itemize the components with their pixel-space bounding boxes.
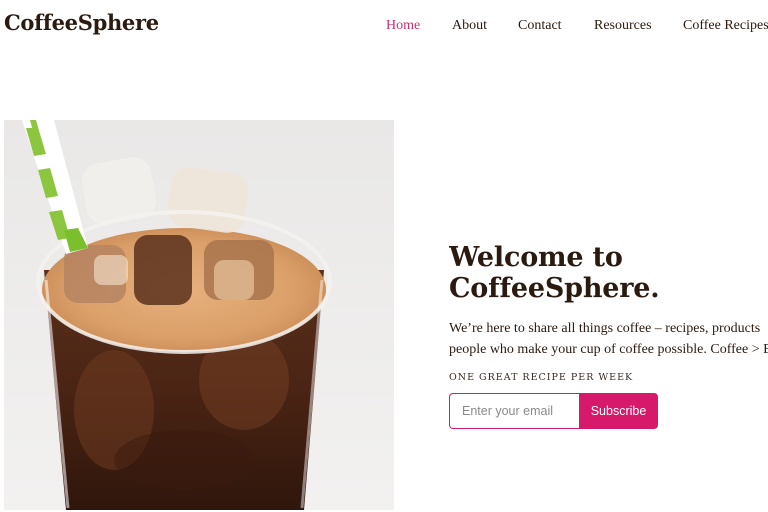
nav-item-home[interactable]: Home <box>386 18 420 34</box>
nav-item-resources[interactable]: Resources <box>594 18 652 34</box>
hero-image <box>4 120 394 510</box>
hero-content: Welcome to CoffeeSphere. We’re here to s… <box>449 242 768 429</box>
nav-item-coffee-recipes[interactable]: Coffee Recipes <box>683 18 768 34</box>
newsletter-eyebrow: ONE GREAT RECIPE PER WEEK <box>449 372 634 383</box>
site-logo[interactable]: CoffeeSphere <box>4 10 159 35</box>
nav-item-about[interactable]: About <box>452 18 487 34</box>
email-input[interactable] <box>449 393 579 429</box>
hero-title-line-2: CoffeeSphere. <box>449 273 660 304</box>
hero-description-line-1: We’re here to share all things coffee – … <box>449 321 761 336</box>
hero-title-line-1: Welcome to <box>449 242 623 273</box>
nav-item-contact[interactable]: Contact <box>518 18 562 34</box>
site-header: CoffeeSphere Home About Contact Resource… <box>0 0 768 52</box>
newsletter-form: Subscribe <box>449 393 659 429</box>
subscribe-button[interactable]: Subscribe <box>579 393 658 429</box>
main-nav: Home About Contact Resources Coffee Reci… <box>386 18 768 36</box>
iced-coffee-illustration <box>4 120 394 510</box>
hero-title: Welcome to CoffeeSphere. <box>449 242 768 304</box>
hero-description-line-2: people who make your cup of coffee possi… <box>449 342 768 357</box>
hero-description: We’re here to share all things coffee – … <box>449 318 768 360</box>
